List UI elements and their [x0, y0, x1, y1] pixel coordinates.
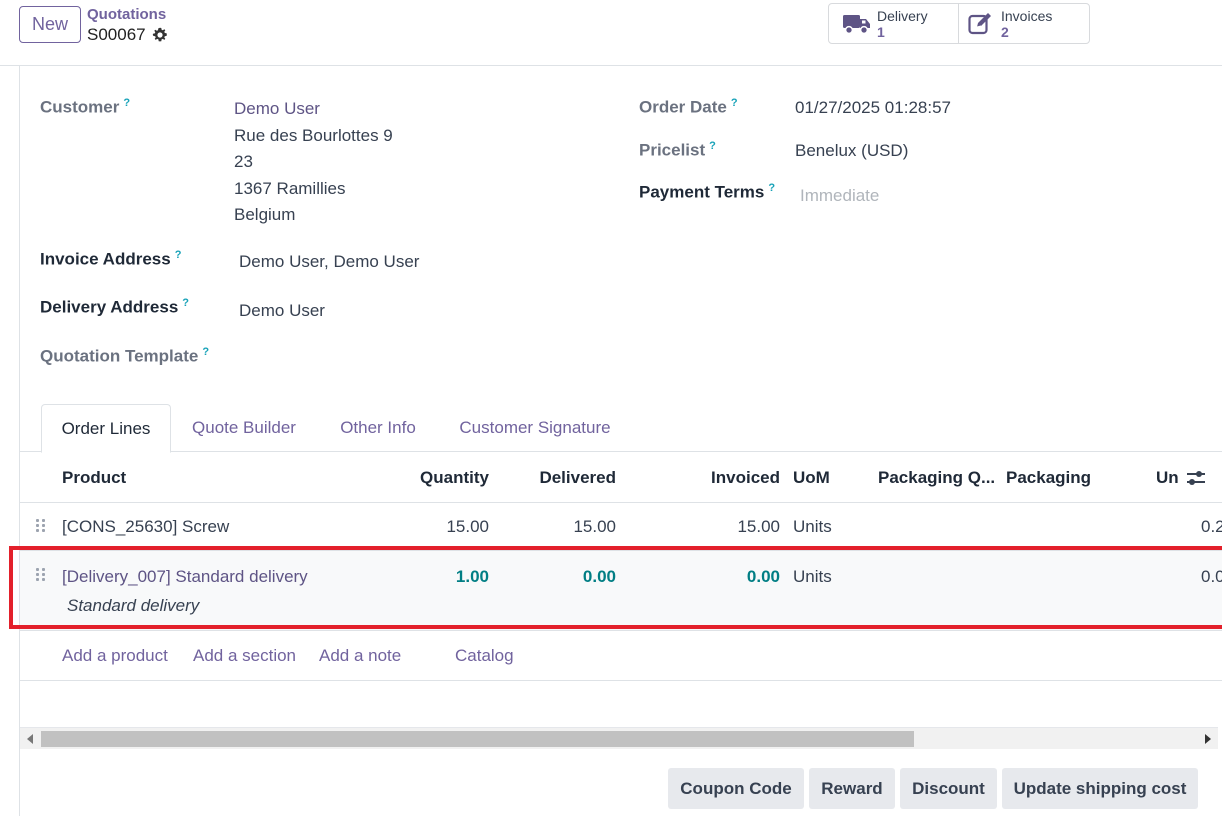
quantity-cell[interactable]: 15.00	[389, 517, 489, 537]
customer-field[interactable]: Demo User Rue des Bourlottes 9 23 1367 R…	[234, 96, 393, 229]
new-button[interactable]: New	[19, 6, 81, 43]
delivered-cell[interactable]: 15.00	[516, 517, 616, 537]
column-product[interactable]: Product	[62, 452, 126, 503]
delivery-address-label: Delivery Address?	[40, 297, 190, 317]
catalog-link[interactable]: Catalog	[455, 631, 514, 681]
customer-address-line: Rue des Bourlottes 9	[234, 125, 393, 145]
delivery-count: 1	[877, 23, 885, 40]
customer-name[interactable]: Demo User	[234, 96, 393, 123]
update-shipping-cost-button[interactable]: Update shipping cost	[1002, 768, 1198, 809]
reward-button[interactable]: Reward	[809, 768, 895, 809]
tab-quote-builder[interactable]: Quote Builder	[180, 404, 308, 452]
unit-price-cell[interactable]: 0.2	[1201, 517, 1222, 537]
column-packaging[interactable]: Packaging	[1006, 452, 1091, 503]
column-delivered[interactable]: Delivered	[516, 452, 616, 503]
notebook-tabs: Order Lines Quote Builder Other Info Cus…	[20, 404, 1222, 453]
delivery-address-field[interactable]: Demo User	[239, 301, 325, 321]
invoice-address-field[interactable]: Demo User, Demo User	[239, 252, 419, 272]
customer-label: Customer?	[40, 97, 131, 117]
column-quantity[interactable]: Quantity	[389, 452, 489, 503]
tab-other-info[interactable]: Other Info	[326, 404, 430, 452]
order-date-field[interactable]: 01/27/2025 01:28:57	[795, 98, 951, 118]
invoices-count: 2	[1001, 23, 1009, 40]
horizontal-scrollbar[interactable]	[20, 727, 1218, 749]
help-icon[interactable]: ?	[175, 249, 182, 261]
quotation-template-label: Quotation Template?	[40, 346, 210, 366]
invoice-address-label: Invoice Address?	[40, 249, 182, 269]
payment-terms-label: Payment Terms?	[639, 182, 776, 202]
order-date-label: Order Date?	[639, 97, 738, 117]
add-note-link[interactable]: Add a note	[319, 631, 401, 681]
column-unit-price[interactable]: Un	[1156, 452, 1179, 503]
record-name: S00067	[87, 25, 146, 44]
optional-columns-icon[interactable]	[1186, 469, 1206, 487]
payment-terms-field[interactable]: Immediate	[800, 186, 879, 206]
breadcrumb-current: S00067	[87, 25, 168, 45]
help-icon[interactable]: ?	[182, 297, 189, 309]
order-lines-header: Product Quantity Delivered Invoiced UoM …	[20, 452, 1222, 503]
tab-customer-signature[interactable]: Customer Signature	[448, 404, 622, 452]
control-panel: New Quotations S00067 Delivery 1 Invoice…	[0, 0, 1222, 66]
scrollbar-thumb[interactable]	[41, 731, 914, 747]
scroll-left-icon[interactable]	[27, 734, 33, 744]
add-line-row: Add a product Add a section Add a note C…	[20, 631, 1222, 681]
column-uom[interactable]: UoM	[793, 452, 830, 503]
column-invoiced[interactable]: Invoiced	[660, 452, 780, 503]
invoiced-cell: 15.00	[737, 517, 780, 536]
scroll-right-icon[interactable]	[1205, 734, 1211, 744]
drag-handle-icon[interactable]	[36, 519, 46, 533]
invoices-smart-button[interactable]: Invoices 2	[958, 3, 1090, 44]
invoices-label: Invoices	[1001, 7, 1053, 24]
delivery-smart-button[interactable]: Delivery 1	[828, 3, 959, 44]
discount-button[interactable]: Discount	[900, 768, 997, 809]
product-cell[interactable]: [CONS_25630] Screw	[62, 517, 229, 537]
truck-icon	[843, 12, 871, 36]
table-row[interactable]: [CONS_25630] Screw 15.00 15.00 15.00 Uni…	[20, 503, 1222, 551]
help-icon[interactable]: ?	[123, 97, 130, 109]
breadcrumb-quotations[interactable]: Quotations	[87, 6, 166, 23]
help-icon[interactable]: ?	[731, 97, 738, 109]
help-icon[interactable]: ?	[709, 140, 716, 152]
edit-icon	[967, 12, 995, 36]
delivery-label: Delivery	[877, 7, 928, 24]
column-packaging-qty[interactable]: Packaging Q...	[878, 452, 995, 503]
add-section-link[interactable]: Add a section	[193, 631, 296, 681]
customer-address-line: 23	[234, 152, 253, 171]
customer-address-line: 1367 Ramillies	[234, 178, 346, 198]
pricelist-field[interactable]: Benelux (USD)	[795, 141, 908, 161]
highlight-box	[9, 546, 1222, 629]
coupon-code-button[interactable]: Coupon Code	[668, 768, 804, 809]
tab-order-lines[interactable]: Order Lines	[41, 404, 171, 453]
customer-address-line: Belgium	[234, 205, 296, 224]
help-icon[interactable]: ?	[202, 346, 209, 358]
uom-cell[interactable]: Units	[793, 517, 832, 537]
pricelist-label: Pricelist?	[639, 140, 716, 160]
help-icon[interactable]: ?	[768, 182, 775, 194]
add-product-link[interactable]: Add a product	[62, 631, 168, 681]
gear-icon[interactable]	[152, 27, 168, 43]
